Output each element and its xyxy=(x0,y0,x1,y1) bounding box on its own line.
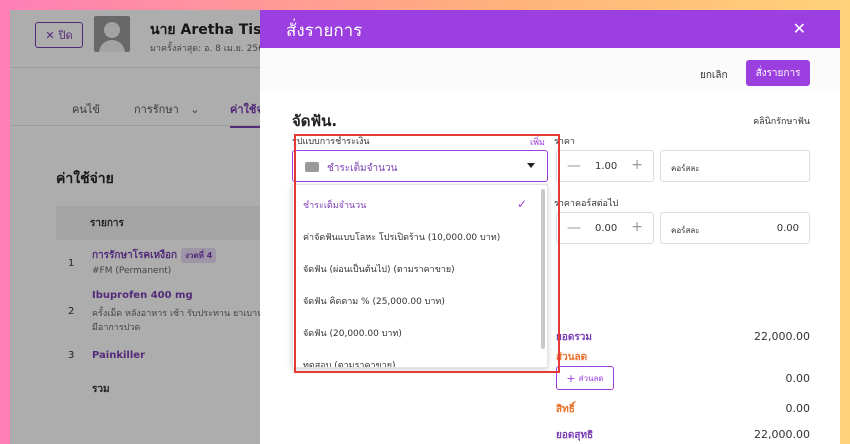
app-frame: ✕ ปิด นาย Aretha Tissing มาครั้งล่าสุด: … xyxy=(10,10,840,444)
next-course-cost-field[interactable]: คอร์สละ 0.00 xyxy=(660,212,810,244)
clinic-label: คลินิกรักษาฟัน xyxy=(753,117,810,127)
highlight-outline xyxy=(294,134,560,373)
next-course-label: ราคาคอร์สต่อไป xyxy=(554,199,619,209)
cancel-button[interactable]: ยกเลิก xyxy=(700,68,728,83)
minus-icon[interactable]: — xyxy=(567,220,581,236)
modal-title: สั่งรายการ xyxy=(286,21,363,41)
modal-backdrop[interactable] xyxy=(10,10,260,444)
plus-icon[interactable]: + xyxy=(631,157,643,173)
plus-icon[interactable]: + xyxy=(631,219,643,235)
price-per-course-field[interactable]: คอร์สละ xyxy=(660,150,810,182)
price-quantity-stepper[interactable]: — 1.00 + xyxy=(556,150,654,182)
close-icon[interactable]: ✕ xyxy=(793,19,806,38)
order-button[interactable]: สั่งรายการ xyxy=(746,60,810,86)
next-course-quantity-stepper[interactable]: — 0.00 + xyxy=(556,212,654,244)
minus-icon[interactable]: — xyxy=(567,158,581,174)
procedure-title: จัดฟัน. xyxy=(292,112,338,130)
add-discount-button[interactable]: + ส่วนลด xyxy=(556,366,614,390)
modal-header: สั่งรายการ ✕ xyxy=(260,10,840,48)
plus-icon: + xyxy=(566,371,576,385)
